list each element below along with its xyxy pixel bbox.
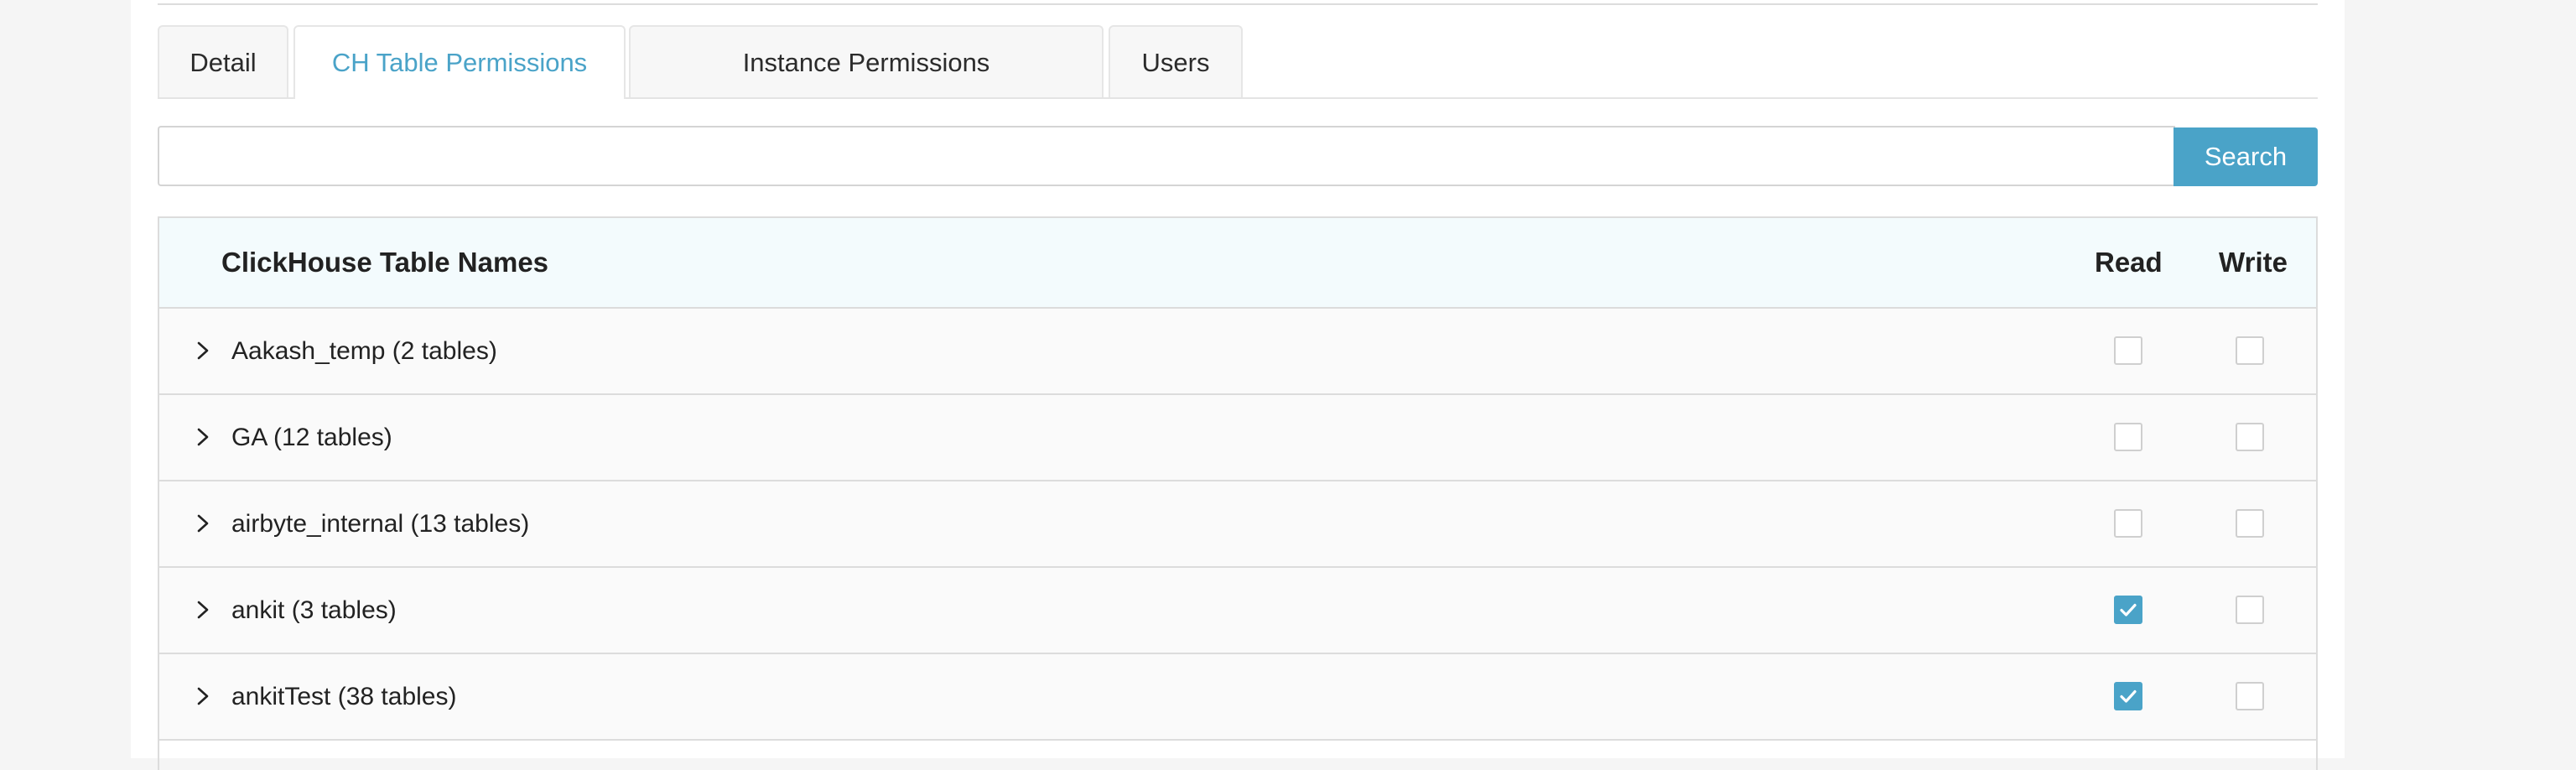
tab-detail[interactable]: Detail xyxy=(158,25,288,97)
database-name: airbyte_internal (13 tables) xyxy=(231,510,530,538)
permissions-table: ClickHouse Table Names Read Write Aakash… xyxy=(158,216,2318,770)
table-header: ClickHouse Table Names Read Write xyxy=(159,218,2316,309)
chevron-right-icon[interactable] xyxy=(191,512,215,535)
tab-users[interactable]: Users xyxy=(1109,25,1243,97)
column-header-table-names: ClickHouse Table Names xyxy=(221,247,549,278)
read-checkbox[interactable] xyxy=(2114,423,2142,451)
tab-instance-permissions[interactable]: Instance Permissions xyxy=(629,25,1104,97)
column-header-read: Read xyxy=(2095,247,2163,278)
read-checkbox[interactable] xyxy=(2114,682,2142,710)
checkmark-icon xyxy=(2116,684,2141,709)
write-checkbox[interactable] xyxy=(2236,682,2264,710)
content-panel: Detail CH Table Permissions Instance Per… xyxy=(131,0,2345,770)
column-header-write: Write xyxy=(2219,247,2288,278)
chevron-right-icon[interactable] xyxy=(191,425,215,449)
chevron-right-icon[interactable] xyxy=(191,339,215,362)
write-checkbox[interactable] xyxy=(2236,596,2264,624)
table-row: GA (12 tables) xyxy=(159,395,2316,481)
chevron-right-icon[interactable] xyxy=(191,598,215,622)
read-checkbox[interactable] xyxy=(2114,336,2142,365)
top-divider xyxy=(158,3,2318,5)
checkmark-icon xyxy=(2116,597,2141,622)
database-name: ankit (3 tables) xyxy=(231,596,397,624)
search-input[interactable] xyxy=(158,126,2175,186)
chevron-right-icon[interactable] xyxy=(191,684,215,708)
tab-ch-table-permissions[interactable]: CH Table Permissions xyxy=(293,25,626,99)
database-name: ankitTest (38 tables) xyxy=(231,683,457,710)
write-checkbox[interactable] xyxy=(2236,509,2264,538)
tab-bar: Detail CH Table Permissions Instance Per… xyxy=(158,25,2318,99)
table-body: Aakash_temp (2 tables) GA (12 tables) airb… xyxy=(159,309,2316,741)
table-row: ankitTest (38 tables) xyxy=(159,654,2316,741)
database-name: Aakash_temp (2 tables) xyxy=(231,337,497,365)
table-row: ankit (3 tables) xyxy=(159,568,2316,654)
search-button[interactable]: Search xyxy=(2174,127,2318,186)
write-checkbox[interactable] xyxy=(2236,423,2264,451)
database-name: GA (12 tables) xyxy=(231,424,392,451)
write-checkbox[interactable] xyxy=(2236,336,2264,365)
read-checkbox[interactable] xyxy=(2114,509,2142,538)
table-row: Aakash_temp (2 tables) xyxy=(159,309,2316,395)
read-checkbox[interactable] xyxy=(2114,596,2142,624)
table-row: airbyte_internal (13 tables) xyxy=(159,481,2316,568)
